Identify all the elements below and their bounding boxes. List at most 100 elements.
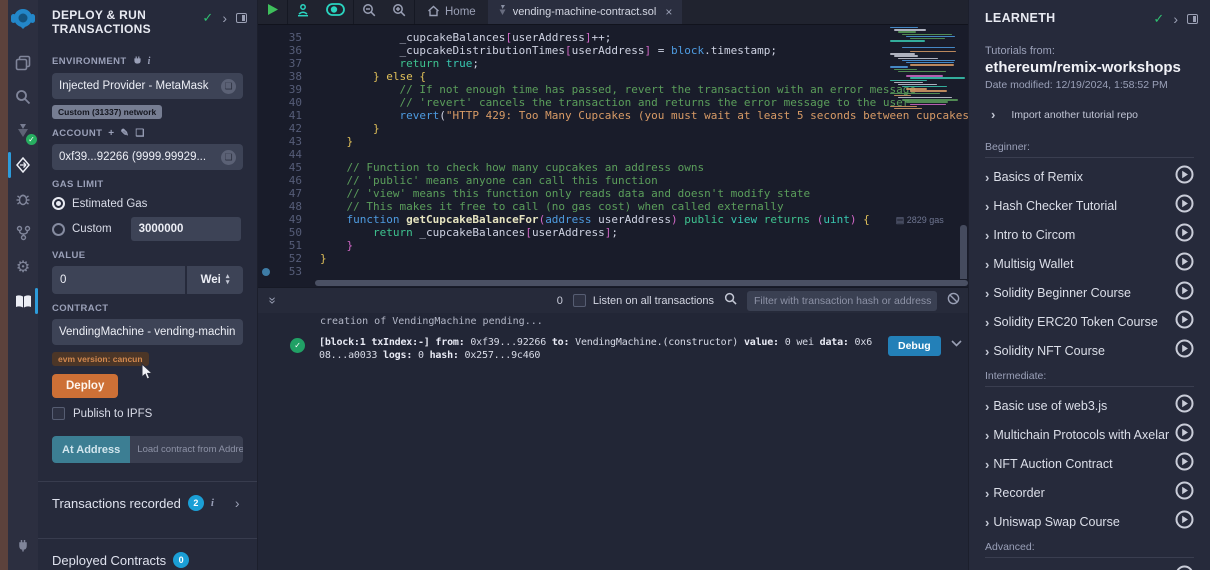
horizontal-scrollbar-thumb[interactable] — [315, 280, 968, 286]
terminal-tx-row[interactable]: ✓ [block:1 txIndex:-] from: 0xf39...9226… — [258, 336, 968, 362]
sidebar-item-search[interactable] — [8, 80, 38, 114]
value-input[interactable]: 0 — [52, 266, 185, 294]
play-tutorial-icon[interactable] — [1175, 510, 1194, 534]
gutter[interactable]: 39 — [258, 83, 310, 96]
tab-home[interactable]: Home — [415, 5, 488, 20]
tutorial-item[interactable]: ›Intro to Circom — [985, 225, 1194, 245]
tutorial-item[interactable]: ›Uniswap Swap Course — [985, 512, 1194, 532]
transactions-info-icon[interactable]: i — [211, 497, 214, 509]
gutter[interactable]: 46 — [258, 174, 310, 187]
value-unit-select[interactable]: Wei ▴▾ — [187, 266, 243, 294]
tutorial-item[interactable]: ›Multisig Wallet — [985, 254, 1194, 274]
code-editor[interactable]: 35 _cupcakeBalances[userAddress]++;36 _c… — [258, 25, 968, 279]
code-line[interactable]: 39 // If not enough time has passed, rev… — [258, 83, 878, 96]
terminal-expand-icon[interactable]: » — [266, 294, 281, 308]
code-line[interactable]: 47 // 'view' means this function only re… — [258, 187, 878, 200]
tutorial-item[interactable]: ›Solidity Beginner Course — [985, 283, 1194, 303]
gutter[interactable]: 44 — [258, 148, 310, 161]
code-line[interactable]: 37 return true; — [258, 57, 878, 70]
code-line[interactable]: 46 // 'public' means anyone can call thi… — [258, 174, 878, 187]
tx-expand-chevron-icon[interactable] — [951, 339, 962, 350]
learneth-pin-icon[interactable] — [1187, 14, 1198, 24]
at-address-button[interactable]: At Address — [52, 436, 130, 463]
tutorial-item[interactable]: ›Basic use of web3.js — [985, 396, 1194, 416]
sidebar-item-learneth[interactable] — [8, 284, 38, 318]
sidebar-item-source-control[interactable] — [8, 216, 38, 250]
code-area[interactable]: 35 _cupcakeBalances[userAddress]++;36 _c… — [258, 31, 878, 278]
terminal-log[interactable]: creation of VendingMachine pending... ✓ … — [258, 313, 968, 570]
code-line[interactable]: 52} — [258, 252, 878, 265]
sidebar-item-file-explorer[interactable] — [8, 46, 38, 80]
gutter[interactable]: 35 — [258, 31, 310, 44]
tutorial-item[interactable]: ›NFT Auction Contract — [985, 454, 1194, 474]
code-line[interactable]: 36 _cupcakeDistributionTimes[userAddress… — [258, 44, 878, 57]
gutter[interactable]: 47 — [258, 187, 310, 200]
code-line[interactable]: 49 function getCupcakeBalanceFor(address… — [258, 213, 878, 226]
gutter[interactable]: 52 — [258, 252, 310, 265]
sidebar-item-debugger[interactable] — [8, 182, 38, 216]
debug-button[interactable]: Debug — [888, 336, 941, 356]
transactions-recorded-section[interactable]: Transactions recorded 2 i › — [38, 481, 257, 524]
gutter[interactable]: 49 — [258, 213, 310, 226]
code-line[interactable]: 41 revert("HTTP 429: Too Many Cupcakes (… — [258, 109, 878, 122]
gutter[interactable]: 42 — [258, 122, 310, 135]
account-edit-icon[interactable]: ✎ — [121, 128, 130, 139]
code-line[interactable]: 48 // This makes it free to call (no gas… — [258, 200, 878, 213]
tutorial-item[interactable]: ›Basics of Remix — [985, 167, 1194, 187]
play-tutorial-icon[interactable] — [1175, 565, 1194, 570]
at-address-input[interactable]: Load contract from Addres — [130, 436, 243, 463]
panel-check-icon[interactable]: ✓ — [202, 10, 213, 26]
deploy-button[interactable]: Deploy — [52, 374, 118, 398]
code-line[interactable]: 45 // Function to check how many cupcake… — [258, 161, 878, 174]
environment-info-icon[interactable]: i — [148, 56, 151, 67]
code-line[interactable]: 44 — [258, 148, 878, 161]
code-line[interactable]: 50 return _cupcakeBalances[userAddress]; — [258, 226, 878, 239]
gutter[interactable]: 41 — [258, 109, 310, 122]
transactions-expand-chevron-icon[interactable]: › — [235, 498, 240, 508]
tutorial-item[interactable]: ›Solidity NFT Course — [985, 341, 1194, 361]
gutter[interactable]: 38 — [258, 70, 310, 83]
environment-copy-icon[interactable]: ❏ — [221, 79, 236, 94]
listen-all-checkbox[interactable] — [573, 294, 586, 307]
sidebar-item-plugin-manager[interactable] — [8, 528, 38, 562]
terminal-clear-icon[interactable] — [947, 292, 960, 310]
tutorial-item[interactable]: ›Recorder — [985, 483, 1194, 503]
play-tutorial-icon[interactable] — [1175, 339, 1194, 363]
learneth-check-icon[interactable]: ✓ — [1153, 11, 1164, 27]
code-line[interactable]: 53 — [258, 265, 878, 278]
environment-select[interactable]: Injected Provider - MetaMask ❏ — [52, 73, 243, 99]
gutter[interactable]: 36 — [258, 44, 310, 57]
remix-logo-icon[interactable] — [10, 6, 36, 32]
tutorial-item[interactable]: ›Multichain Protocols with Axelar — [985, 425, 1194, 445]
code-line[interactable]: 43 } — [258, 135, 878, 148]
play-tutorial-icon[interactable] — [1175, 252, 1194, 276]
play-tutorial-icon[interactable] — [1175, 310, 1194, 334]
gutter[interactable]: 48 — [258, 200, 310, 213]
environment-plug-icon[interactable] — [133, 55, 142, 68]
publish-agent-button[interactable] — [288, 0, 318, 24]
panel-pin-icon[interactable] — [236, 13, 247, 23]
gutter[interactable]: 50 — [258, 226, 310, 239]
zoom-in-button[interactable] — [384, 0, 414, 24]
deployed-contracts-section[interactable]: Deployed Contracts 0 — [38, 538, 257, 570]
play-tutorial-icon[interactable] — [1175, 452, 1194, 476]
play-tutorial-icon[interactable] — [1175, 165, 1194, 189]
custom-gas-input[interactable]: 3000000 — [131, 217, 241, 241]
code-line[interactable]: 35 _cupcakeBalances[userAddress]++; — [258, 31, 878, 44]
play-tutorial-icon[interactable] — [1175, 423, 1194, 447]
account-copy-icon[interactable]: ❏ — [135, 128, 144, 139]
account-select[interactable]: 0xf39...92266 (9999.99929... ❏ — [52, 144, 243, 170]
tutorial-item[interactable]: ›Hash Checker Tutorial — [985, 196, 1194, 216]
gutter[interactable]: 40 — [258, 96, 310, 109]
code-line[interactable]: 51 } — [258, 239, 878, 252]
play-tutorial-icon[interactable] — [1175, 394, 1194, 418]
publish-ipfs-checkbox[interactable] — [52, 407, 65, 420]
sidebar-item-settings[interactable]: ⚙ — [8, 250, 38, 284]
vertical-scrollbar[interactable] — [960, 225, 967, 279]
terminal-filter-input[interactable]: Filter with transaction hash or address — [747, 291, 937, 311]
panel-expand-chevron-icon[interactable]: › — [222, 13, 227, 23]
unit-stepper-icon[interactable]: ▴▾ — [226, 274, 230, 286]
gutter[interactable]: 45 — [258, 161, 310, 174]
play-tutorial-icon[interactable] — [1175, 481, 1194, 505]
close-tab-icon[interactable]: × — [665, 5, 672, 19]
